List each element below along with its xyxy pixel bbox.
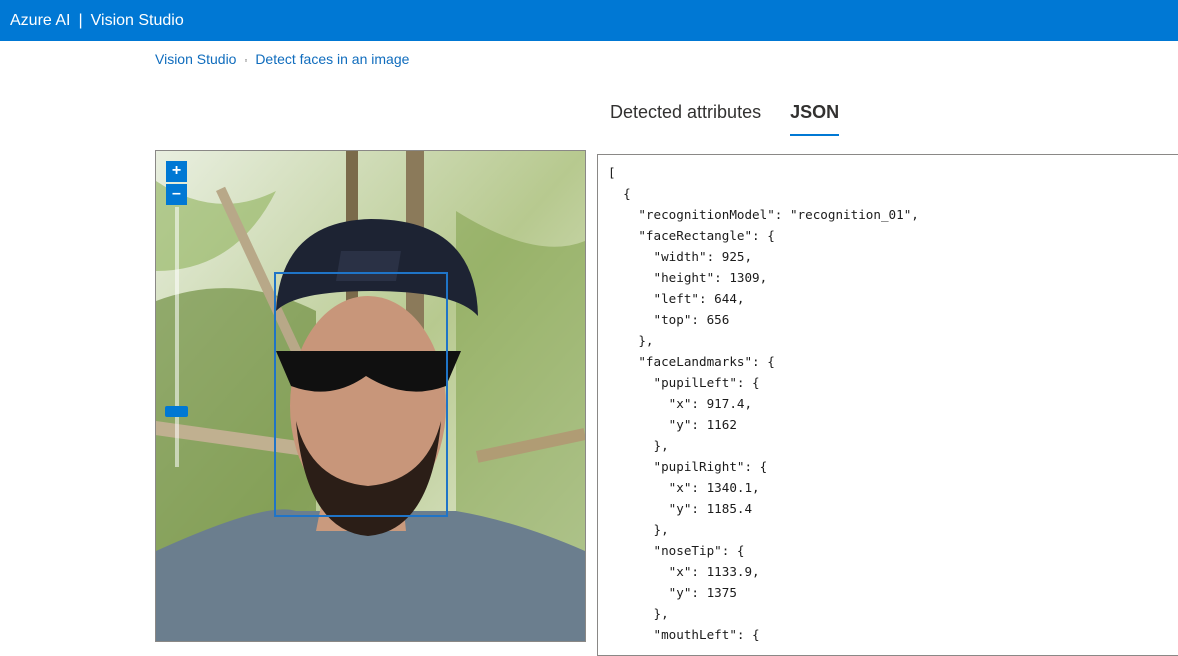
json-line: [ (608, 165, 616, 180)
breadcrumb: Vision Studio ▫ Detect faces in an image (155, 51, 409, 67)
json-line: "y": 1375 (608, 585, 737, 600)
zoom-in-button[interactable]: + (166, 161, 187, 182)
zoom-slider-thumb[interactable] (165, 406, 188, 417)
breadcrumb-root-link[interactable]: Vision Studio (155, 51, 236, 67)
json-line: "width": 925, (608, 249, 753, 264)
json-line: "recognitionModel": "recognition_01", (608, 207, 919, 222)
product-label[interactable]: Vision Studio (91, 12, 184, 30)
json-output-panel[interactable]: [ { "recognitionModel": "recognition_01"… (597, 154, 1178, 656)
top-bar: Azure AI | Vision Studio (0, 0, 1178, 41)
json-line: }, (608, 438, 669, 453)
json-code: [ { "recognitionModel": "recognition_01"… (598, 155, 1178, 645)
json-line: "x": 1133.9, (608, 564, 760, 579)
json-line: "faceLandmarks": { (608, 354, 775, 369)
json-line: }, (608, 522, 669, 537)
tab-json[interactable]: JSON (790, 102, 840, 136)
json-line: "pupilRight": { (608, 459, 768, 474)
chevron-right-icon: ▫ (244, 55, 248, 65)
zoom-out-button[interactable]: – (166, 184, 187, 205)
json-line: }, (608, 606, 669, 621)
json-line: "top": 656 (608, 312, 730, 327)
json-line: { (608, 186, 631, 201)
image-viewer[interactable]: + – (155, 150, 586, 642)
json-line: "x": 917.4, (608, 396, 753, 411)
result-tabs: Detected attributes JSON (610, 102, 868, 136)
json-line: "x": 1340.1, (608, 480, 760, 495)
zoom-slider-track[interactable] (175, 207, 179, 467)
tab-detected-attributes[interactable]: Detected attributes (610, 102, 761, 136)
face-bounding-box (274, 272, 448, 517)
json-line: "left": 644, (608, 291, 745, 306)
header-separator: | (78, 11, 83, 29)
json-line: "noseTip": { (608, 543, 745, 558)
breadcrumb-current[interactable]: Detect faces in an image (255, 51, 409, 67)
brand-label[interactable]: Azure AI (10, 12, 70, 30)
json-line: "y": 1185.4 (608, 501, 753, 516)
json-line: "y": 1162 (608, 417, 737, 432)
json-line: }, (608, 333, 654, 348)
json-line: "faceRectangle": { (608, 228, 775, 243)
json-line: "pupilLeft": { (608, 375, 760, 390)
json-line: "height": 1309, (608, 270, 768, 285)
